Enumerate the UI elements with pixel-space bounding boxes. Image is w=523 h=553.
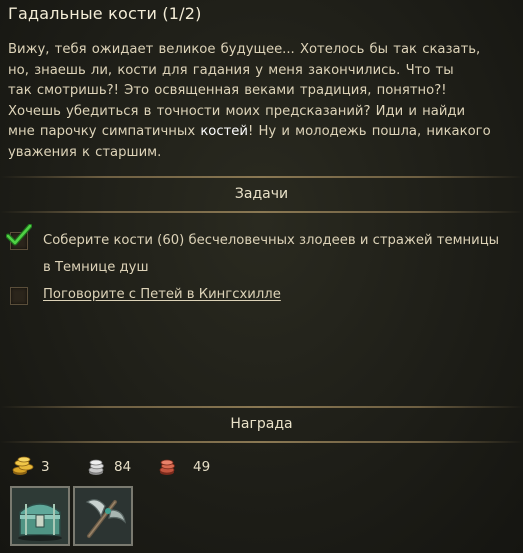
reward-header-label: Награда <box>230 416 293 432</box>
description-line: уважения к старшим. <box>8 144 162 160</box>
copper-coins-icon <box>159 459 175 475</box>
divider <box>0 211 523 213</box>
tasks-header-label: Задачи <box>234 186 289 202</box>
quest-title: Гадальные кости (1/2) <box>8 4 202 23</box>
tasks-header: Задачи <box>0 178 523 212</box>
quest-description: Вижу, тебя ожидает великое будущее... Хо… <box>8 40 516 164</box>
description-line: мне парочку симпатичных <box>8 124 201 140</box>
task-link-talk[interactable]: Поговорите с Петей в Кингсхилле <box>43 287 281 302</box>
reward-item-axe[interactable] <box>73 486 133 546</box>
task-text: Соберите кости (60) бесчеловечных злодее… <box>43 233 500 248</box>
reward-item-chest[interactable] <box>10 486 70 546</box>
reward-header: Награда <box>0 408 523 442</box>
task-text-cont: в Темнице душ <box>43 260 149 275</box>
chest-icon <box>12 488 68 544</box>
bones-highlight[interactable]: костей <box>200 124 248 139</box>
gold-coins-icon <box>12 456 34 475</box>
checkmark-icon <box>6 224 32 246</box>
description-line: Вижу, тебя ожидает великое будущее... Хо… <box>8 42 481 57</box>
axe-icon <box>75 488 131 544</box>
copper-amount: 49 <box>193 459 211 475</box>
silver-amount: 84 <box>114 459 132 475</box>
task-checkbox <box>10 287 28 305</box>
divider <box>0 441 523 443</box>
description-line: ! Ну и молодежь пошла, никакого <box>247 124 491 140</box>
description-line: но, знаешь ли, кости для гадания у меня … <box>8 62 454 78</box>
silver-coins-icon <box>88 459 104 475</box>
description-line: так смотришь?! Это освященная веками тра… <box>8 83 447 99</box>
description-line: Хочешь убедиться в точности моих предска… <box>8 103 466 119</box>
gold-amount: 3 <box>41 459 50 475</box>
